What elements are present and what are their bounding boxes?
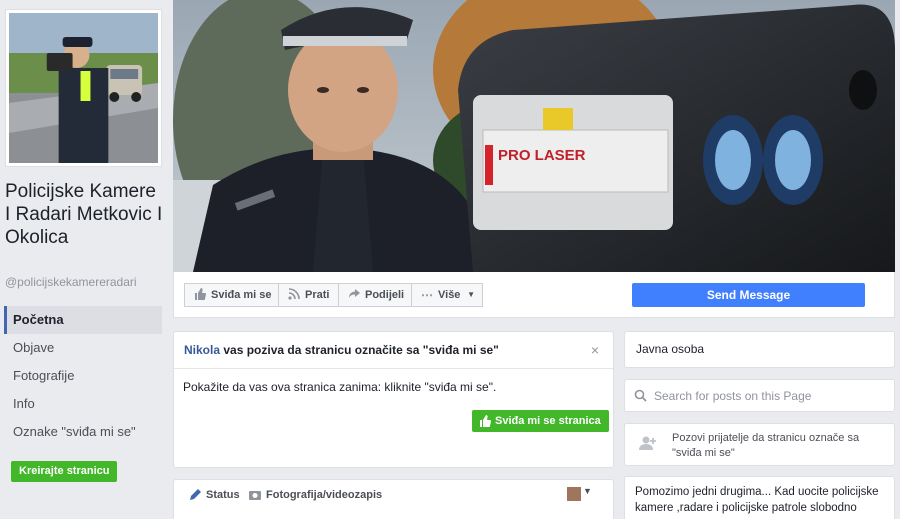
sidebar-item-info[interactable]: Info (4, 390, 162, 418)
add-friend-icon (639, 435, 657, 451)
photo-video-tab[interactable]: Fotografija/videozapis (248, 488, 382, 502)
device-label: PRO LASER (498, 147, 586, 164)
chevron-down-icon: ▼ (467, 290, 475, 299)
share-button[interactable]: Podijeli (338, 283, 412, 307)
camera-icon (248, 488, 262, 502)
chevron-down-icon[interactable]: ▼ (583, 486, 592, 496)
create-page-button[interactable]: Kreirajte stranicu (11, 461, 118, 482)
profile-picture[interactable] (5, 9, 162, 167)
post-composer: Status Fotografija/videozapis ▼ (173, 479, 614, 519)
invite-friends-card[interactable]: Pozovi prijatelje da stranicu označe sa … (624, 423, 895, 466)
sidebar-item-photos[interactable]: Fotografije (4, 362, 162, 390)
profile-photo-image (9, 13, 158, 163)
sidebar-item-likes[interactable]: Oznake "sviđa mi se" (4, 418, 162, 446)
like-button[interactable]: Sviđa mi se (184, 283, 279, 307)
about-text: Pomozimo jedni drugima... Kad uocite pol… (624, 476, 895, 519)
invite-message: vas poziva da stranicu označite sa "sviđ… (223, 343, 499, 357)
invite-card: Nikola vas poziva da stranicu označite s… (173, 331, 614, 468)
rss-icon (287, 288, 301, 302)
page-action-bar: Sviđa mi se Prati Podijeli ⋯ Više ▼ Send… (173, 272, 895, 318)
pencil-icon (188, 488, 202, 502)
inviting-friend-link[interactable]: Nikola (184, 343, 220, 357)
invite-friends-text: Pozovi prijatelje da stranicu označe sa … (672, 432, 860, 459)
status-tab[interactable]: Status (188, 488, 240, 502)
page-category[interactable]: Javna osoba (624, 331, 895, 368)
page-search (624, 379, 895, 412)
thumbs-up-icon (193, 288, 207, 302)
cover-photo-image: PRO LASER (173, 0, 895, 272)
sidebar-item-posts[interactable]: Objave (4, 334, 162, 362)
left-sidebar: Policijske Kamere I Radari Metkovic I Ok… (0, 0, 168, 519)
invite-header: Nikola vas poziva da stranicu označite s… (174, 332, 613, 369)
more-button[interactable]: ⋯ Više ▼ (411, 283, 483, 307)
send-message-button[interactable]: Send Message (632, 283, 865, 307)
search-input[interactable] (654, 386, 884, 406)
invite-body-text: Pokažite da vas ova stranica zanima: kli… (183, 380, 497, 394)
avatar[interactable] (567, 487, 581, 501)
close-icon[interactable]: × (591, 342, 599, 358)
ellipsis-icon: ⋯ (421, 288, 433, 302)
like-page-button[interactable]: Sviđa mi se stranica (472, 410, 609, 432)
cover-photo[interactable]: PRO LASER (173, 0, 895, 272)
share-arrow-icon (347, 288, 361, 302)
sidebar-nav: Početna Objave Fotografije Info Oznake "… (4, 306, 162, 446)
search-icon (634, 389, 647, 402)
page-handle: @policijskekamereradari (5, 275, 137, 289)
thumbs-up-icon (479, 414, 491, 427)
follow-button[interactable]: Prati (278, 283, 339, 307)
sidebar-item-home[interactable]: Početna (4, 306, 162, 334)
page-name[interactable]: Policijske Kamere I Radari Metkovic I Ok… (5, 180, 165, 249)
